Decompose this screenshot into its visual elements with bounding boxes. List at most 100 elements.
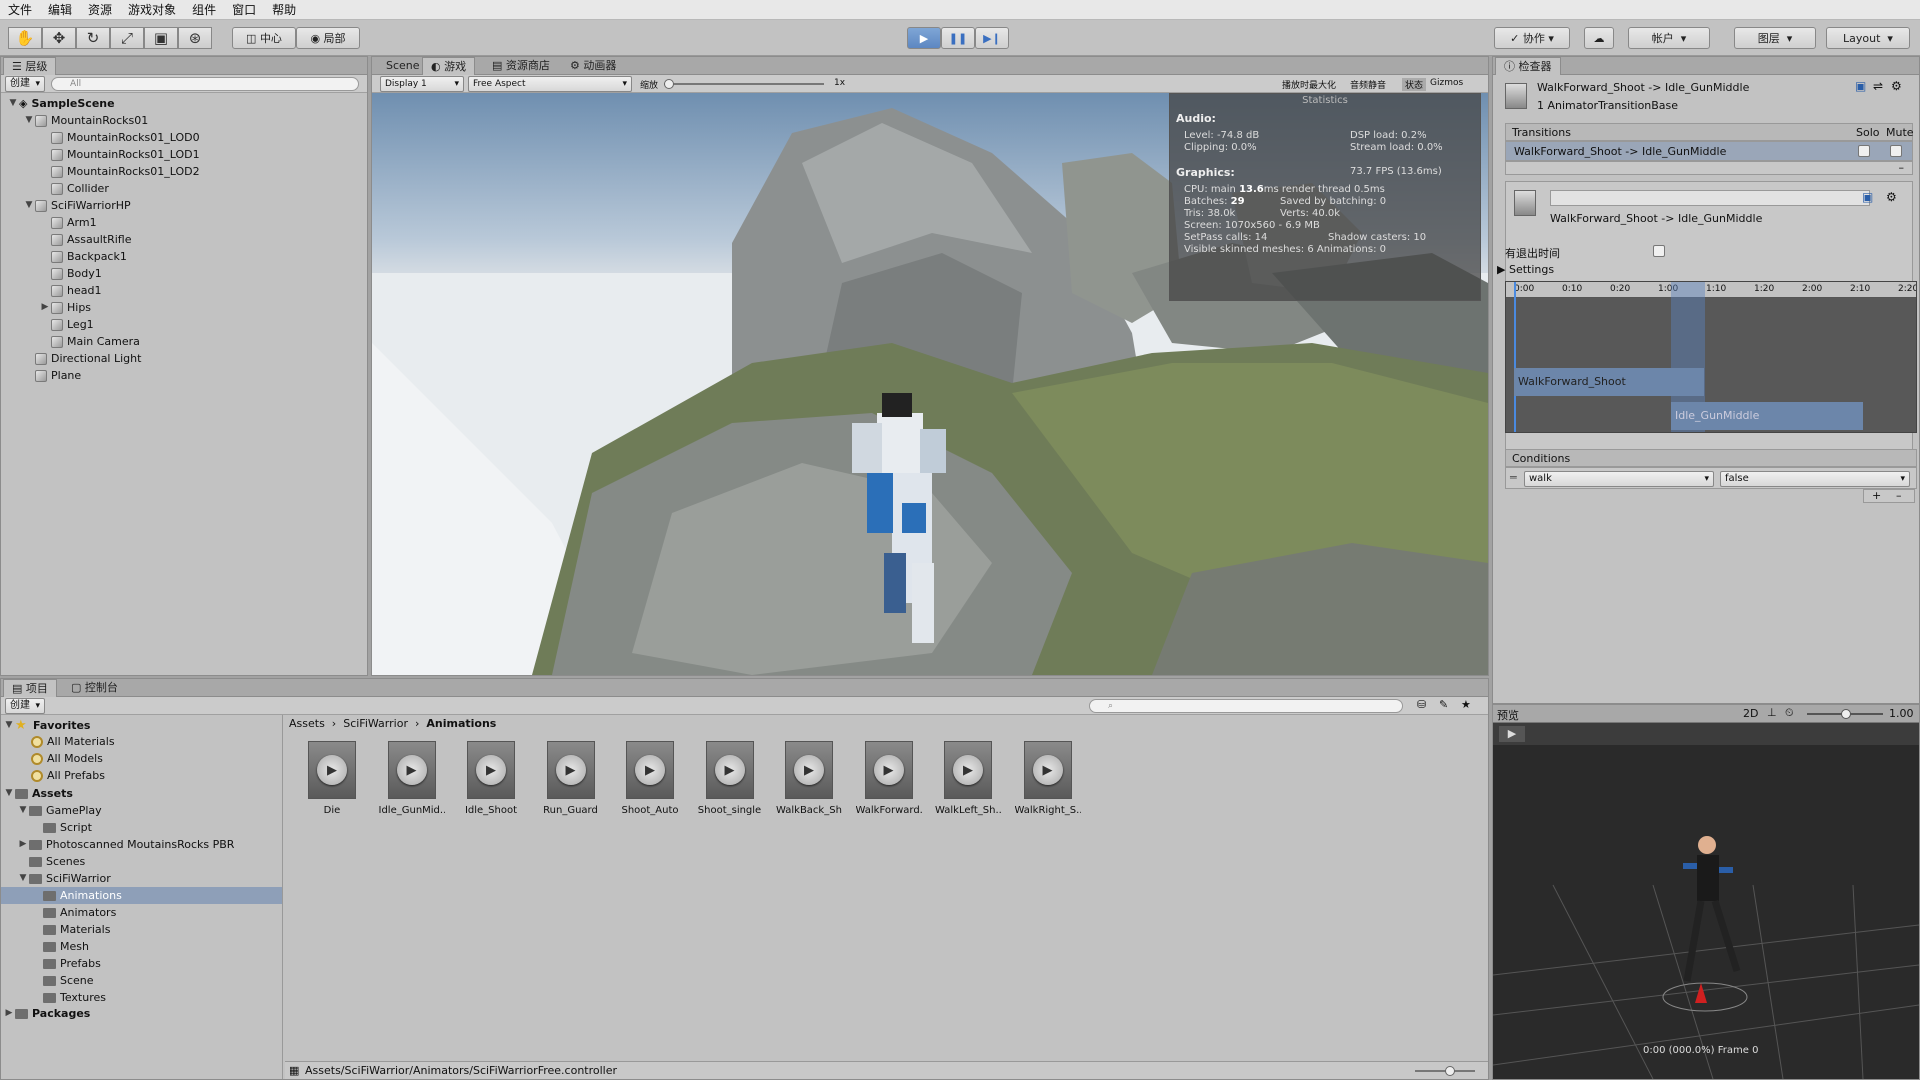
animation-clip-item[interactable]: ▶ Run_Guard bbox=[538, 741, 604, 821]
hierarchy-item[interactable]: ▼ MountainRocks01 bbox=[23, 112, 149, 129]
folder-tree-item[interactable]: ▼ SciFiWarrior bbox=[17, 870, 111, 887]
play-button[interactable]: ▶ bbox=[907, 27, 941, 49]
folder-tree-item[interactable]: Scenes bbox=[17, 853, 85, 870]
tab-game[interactable]: ◐ 游戏 bbox=[422, 57, 476, 75]
folder-tree-item[interactable]: Materials bbox=[31, 921, 110, 938]
favorite-item[interactable]: All Prefabs bbox=[31, 767, 105, 784]
stats-toggle[interactable]: 状态 bbox=[1402, 78, 1427, 91]
menu-gameobject[interactable]: 游戏对象 bbox=[120, 0, 184, 20]
remove-condition-button[interactable]: – bbox=[1896, 489, 1902, 502]
folder-tree-item[interactable]: Mesh bbox=[31, 938, 89, 955]
favorites-header[interactable]: ▼ ★ Favorites bbox=[3, 717, 91, 734]
tab-animator[interactable]: ⚙ 动画器 bbox=[562, 57, 624, 75]
speed-slider-thumb[interactable] bbox=[1841, 709, 1851, 719]
tab-console[interactable]: ▢ 控制台 bbox=[63, 679, 126, 697]
hierarchy-item[interactable]: Directional Light bbox=[23, 350, 141, 367]
hierarchy-item[interactable]: Backpack1 bbox=[39, 248, 127, 265]
folder-tree-item[interactable]: Animations bbox=[1, 887, 282, 904]
hierarchy-item[interactable]: MountainRocks01_LOD2 bbox=[39, 163, 200, 180]
animation-clip-item[interactable]: ▶ Shoot_Auto bbox=[617, 741, 683, 821]
transition-timeline[interactable]: 0:00 0:10 0:20 1:00 1:10 1:20 2:00 2:10 … bbox=[1505, 281, 1917, 433]
fold-arrow-icon[interactable]: ▶ bbox=[3, 1005, 15, 1022]
gear-icon[interactable]: ⚙ bbox=[1891, 79, 1902, 93]
hierarchy-item[interactable]: AssaultRifle bbox=[39, 231, 131, 248]
folder-tree-item[interactable]: Prefabs bbox=[31, 955, 101, 972]
hierarchy-item[interactable]: MountainRocks01_LOD1 bbox=[39, 146, 200, 163]
drag-handle-icon[interactable]: ═ bbox=[1510, 471, 1517, 484]
folder-tree-item[interactable]: Script bbox=[31, 819, 92, 836]
animation-clip-item[interactable]: ▶ Idle_Shoot bbox=[458, 741, 524, 821]
aspect-dropdown[interactable]: Free Aspect bbox=[468, 76, 632, 92]
animation-clip-item[interactable]: ▶ Shoot_single bbox=[697, 741, 763, 821]
animation-clip-item[interactable]: ▶ Die bbox=[299, 741, 365, 821]
transform-tool-icon[interactable]: ⊛ bbox=[178, 27, 212, 49]
add-condition-button[interactable]: + bbox=[1872, 489, 1881, 502]
folder-tree-item[interactable]: Textures bbox=[31, 989, 106, 1006]
scene-root[interactable]: ▼ ◈ SampleScene bbox=[7, 95, 115, 112]
preview-speed-slider[interactable] bbox=[1807, 709, 1883, 719]
fold-arrow-icon[interactable]: ▼ bbox=[23, 112, 35, 129]
menu-component[interactable]: 组件 bbox=[184, 0, 224, 20]
local-toggle-button[interactable]: ◉ 局部 bbox=[296, 27, 360, 49]
hierarchy-item[interactable]: ▶ Hips bbox=[39, 299, 92, 316]
pivot-icon[interactable]: ⊥ bbox=[1767, 706, 1777, 719]
thumbnail-slider-thumb[interactable] bbox=[1445, 1066, 1455, 1076]
gizmos-dropdown[interactable]: Gizmos bbox=[1430, 78, 1463, 88]
project-create-dropdown[interactable]: 创建 bbox=[5, 698, 45, 714]
mute-audio-toggle[interactable]: 音频静音 bbox=[1350, 78, 1386, 91]
clip-b-bar[interactable]: Idle_GunMiddle bbox=[1671, 402, 1863, 430]
folder-tree-item[interactable]: ▶ Photoscanned MoutainsRocks PBR bbox=[17, 836, 235, 853]
step-button[interactable]: ▶❙ bbox=[975, 27, 1009, 49]
preview-scene[interactable] bbox=[1493, 745, 1919, 1079]
doc-icon[interactable]: ▣ bbox=[1862, 190, 1873, 204]
tab-scene[interactable]: Scene bbox=[378, 57, 428, 75]
rotate-tool-icon[interactable]: ↻ bbox=[76, 27, 110, 49]
transition-gear-icon[interactable]: ⚙ bbox=[1886, 190, 1897, 204]
hierarchy-item[interactable]: Main Camera bbox=[39, 333, 140, 350]
hierarchy-item[interactable]: Plane bbox=[23, 367, 81, 384]
hierarchy-item[interactable]: head1 bbox=[39, 282, 101, 299]
clip-a-bar[interactable]: WalkForward_Shoot bbox=[1514, 368, 1704, 396]
transition-list-row[interactable]: WalkForward_Shoot -> Idle_GunMiddle bbox=[1505, 141, 1913, 161]
folder-tree-item[interactable]: Scene bbox=[31, 972, 94, 989]
hand-tool-icon[interactable]: ✋ bbox=[8, 27, 42, 49]
breadcrumb-animations[interactable]: Animations bbox=[426, 717, 496, 730]
folder-tree-item[interactable]: Animators bbox=[31, 904, 116, 921]
fold-arrow-icon[interactable]: ▼ bbox=[3, 717, 15, 734]
transition-name-field[interactable] bbox=[1550, 190, 1870, 206]
breadcrumb-scifiwarrior[interactable]: SciFiWarrior bbox=[343, 717, 408, 730]
hierarchy-item[interactable]: Arm1 bbox=[39, 214, 97, 231]
fold-arrow-icon[interactable]: ▼ bbox=[17, 870, 29, 887]
collab-dropdown[interactable]: ✓ 协作 ▾ bbox=[1494, 27, 1570, 49]
help-icon[interactable]: ▣ bbox=[1855, 79, 1866, 93]
mute-checkbox[interactable] bbox=[1890, 145, 1902, 157]
hierarchy-item[interactable]: MountainRocks01_LOD0 bbox=[39, 129, 200, 146]
tab-asset-store[interactable]: ▤ 资源商店 bbox=[484, 57, 558, 75]
favorite-item[interactable]: All Materials bbox=[31, 733, 115, 750]
filter-type-icon[interactable]: ⛁ bbox=[1417, 698, 1426, 711]
animation-clip-item[interactable]: ▶ WalkForward... bbox=[856, 741, 922, 821]
hierarchy-search-input[interactable]: All bbox=[51, 77, 359, 91]
assets-header[interactable]: ▼ Assets bbox=[3, 785, 73, 802]
menu-window[interactable]: 窗口 bbox=[224, 0, 264, 20]
menu-edit[interactable]: 编辑 bbox=[40, 0, 80, 20]
fold-arrow-icon[interactable]: ▶ bbox=[17, 836, 29, 853]
hierarchy-item[interactable]: Leg1 bbox=[39, 316, 94, 333]
folder-tree-item[interactable]: ▼ GamePlay bbox=[17, 802, 102, 819]
breadcrumb-assets[interactable]: Assets bbox=[289, 717, 325, 730]
favorite-star-icon[interactable]: ★ bbox=[1461, 698, 1471, 711]
menu-file[interactable]: 文件 bbox=[0, 0, 40, 20]
create-dropdown[interactable]: 创建 bbox=[5, 76, 45, 92]
settings-foldout[interactable]: ▶ Settings bbox=[1497, 263, 1554, 276]
condition-value-dropdown[interactable]: false bbox=[1720, 471, 1910, 487]
hierarchy-item[interactable]: ▼ SciFiWarriorHP bbox=[23, 197, 131, 214]
thumbnail-size-slider[interactable] bbox=[1415, 1066, 1475, 1076]
rect-tool-icon[interactable]: ▣ bbox=[144, 27, 178, 49]
animation-clip-item[interactable]: ▶ WalkBack_Sh... bbox=[776, 741, 842, 821]
fold-arrow-icon[interactable]: ▼ bbox=[23, 197, 35, 214]
maximize-on-play-toggle[interactable]: 播放时最大化 bbox=[1282, 78, 1336, 91]
scale-tool-icon[interactable]: ⤢ bbox=[110, 27, 144, 49]
fold-arrow-icon[interactable]: ▼ bbox=[7, 95, 19, 112]
scale-slider[interactable] bbox=[664, 79, 824, 89]
favorite-item[interactable]: All Models bbox=[31, 750, 103, 767]
